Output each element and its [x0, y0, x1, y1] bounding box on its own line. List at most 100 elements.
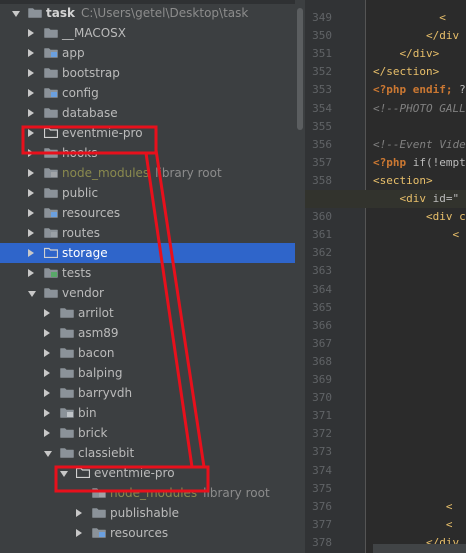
bin-folder-icon [60, 407, 74, 418]
tree-item-vendor[interactable]: vendor [0, 283, 295, 303]
tree-item-asm89[interactable]: asm89 [0, 323, 295, 343]
tree-item-resources[interactable]: resources [0, 523, 295, 543]
folder-icon [60, 307, 74, 318]
tree-item-barryvdh[interactable]: barryvdh [0, 383, 295, 403]
tree-item-label: tests [62, 266, 92, 280]
tree-item-bin[interactable]: bin [0, 403, 295, 423]
tree-item-label: database [62, 106, 118, 120]
line-number: 354 [312, 101, 332, 115]
code-token: <div [373, 192, 433, 205]
code-token: <!--PHOTO GALL [373, 101, 466, 115]
collapsed-arrow-icon[interactable] [44, 349, 50, 357]
collapsed-arrow-icon[interactable] [44, 309, 50, 317]
tree-item-storage[interactable]: storage [0, 243, 295, 263]
expanded-arrow-icon[interactable] [12, 11, 20, 17]
code-token: </div [373, 29, 460, 43]
tree-item-app[interactable]: app [0, 43, 295, 63]
collapsed-arrow-icon[interactable] [28, 109, 34, 117]
line-number: 375 [312, 481, 332, 495]
collapsed-arrow-icon[interactable] [28, 89, 34, 97]
collapsed-arrow-icon[interactable] [28, 149, 34, 157]
tree-item-brick[interactable]: brick [0, 423, 295, 443]
line-number: 371 [312, 409, 332, 423]
tree-item-bootstrap[interactable]: bootstrap [0, 63, 295, 83]
library-root-suffix: library root [203, 486, 270, 500]
tree-item-label: eventmie-pro [94, 466, 175, 480]
code-token: <!--Event Vide [373, 137, 466, 151]
tree-item-config[interactable]: config [0, 83, 295, 103]
tree-item-resources[interactable]: resources [0, 203, 295, 223]
line-number: 374 [312, 463, 332, 477]
line-number: 369 [312, 373, 332, 386]
code-token: id=" [432, 192, 460, 205]
collapsed-arrow-icon[interactable] [28, 49, 34, 57]
tree-item-hooks[interactable]: hooks [0, 143, 295, 163]
code-token: < [373, 11, 446, 24]
tree-item-bacon[interactable]: bacon [0, 343, 295, 363]
line-number: 373 [312, 445, 332, 459]
collapsed-arrow-icon[interactable] [28, 29, 34, 37]
line-number: 360 [312, 210, 332, 224]
tree-item-routes[interactable]: routes [0, 223, 295, 243]
tree-item-label: bin [78, 406, 97, 420]
resources-folder-icon [92, 527, 106, 538]
tree-item-balping[interactable]: balping [0, 363, 295, 383]
tree-item-public[interactable]: public [0, 183, 295, 203]
tree-item-label: bootstrap [62, 66, 120, 80]
expanded-arrow-icon[interactable] [60, 471, 68, 477]
tree-item--macosx[interactable]: __MACOSX [0, 23, 295, 43]
collapsed-arrow-icon[interactable] [28, 209, 34, 217]
tree-item-tests[interactable]: tests [0, 263, 295, 283]
tree-item-publishable[interactable]: publishable [0, 503, 295, 523]
tree-root-task[interactable]: task C:\Users\getel\Desktop\task [0, 3, 295, 23]
line-number: 351 [312, 47, 332, 61]
line-number: 367 [312, 336, 332, 350]
library-folder-icon [92, 487, 106, 498]
collapsed-arrow-icon[interactable] [44, 389, 50, 397]
tree-item-label: node_modules [62, 166, 150, 180]
editor-horizontal-scrollbar[interactable] [373, 544, 466, 553]
collapsed-arrow-icon[interactable] [28, 269, 34, 277]
collapsed-arrow-icon[interactable] [28, 189, 34, 197]
collapsed-arrow-icon[interactable] [28, 69, 34, 77]
collapsed-arrow-icon[interactable] [28, 129, 34, 137]
tree-item-label: bacon [78, 346, 115, 360]
collapsed-arrow-icon[interactable] [28, 249, 34, 257]
collapsed-arrow-icon[interactable] [76, 509, 82, 517]
collapsed-arrow-icon[interactable] [28, 169, 34, 177]
code-editor[interactable]: 3493503513523533543553563573583593603613… [305, 0, 466, 553]
tree-item-classiebit[interactable]: classiebit [0, 443, 295, 463]
collapsed-arrow-icon[interactable] [28, 229, 34, 237]
tree-item-eventmie-pro[interactable]: eventmie-pro [0, 463, 295, 483]
folder-icon [44, 67, 58, 78]
expanded-arrow-icon[interactable] [28, 291, 36, 297]
folder-icon [92, 507, 106, 518]
collapsed-arrow-icon[interactable] [76, 529, 82, 537]
expanded-arrow-icon[interactable] [44, 451, 52, 457]
collapsed-arrow-icon[interactable] [44, 409, 50, 417]
scrollbar-thumb[interactable] [297, 8, 303, 130]
tree-item-node-modules[interactable]: node_modules library root [0, 163, 295, 183]
tree-item-arrilot[interactable]: arrilot [0, 303, 295, 323]
code-token: if(!empt [412, 155, 466, 169]
code-line: <div id=" [373, 192, 459, 205]
collapsed-arrow-icon[interactable] [44, 329, 50, 337]
code-line: </div [373, 29, 459, 42]
code-token: <section> [373, 173, 433, 187]
tree-item-database[interactable]: database [0, 103, 295, 123]
tree-item-label: eventmie-pro [62, 126, 143, 140]
project-tree-scrollbar[interactable] [295, 0, 305, 553]
collapsed-arrow-icon[interactable] [44, 369, 50, 377]
folder-icon [28, 7, 42, 18]
line-number: 361 [312, 228, 332, 242]
code-line: < [373, 228, 459, 241]
code-token: endif; [412, 83, 453, 97]
code-token: < [373, 499, 453, 513]
code-line: </section> [373, 65, 439, 78]
tree-item-eventmie-pro[interactable]: eventmie-pro [0, 123, 295, 143]
collapsed-arrow-icon[interactable] [44, 429, 50, 437]
tree-item-node-modules[interactable]: node_modules library root [0, 483, 295, 503]
line-number: 370 [312, 391, 332, 405]
tree-item-label: routes [62, 226, 100, 240]
config-folder-icon [44, 87, 58, 98]
